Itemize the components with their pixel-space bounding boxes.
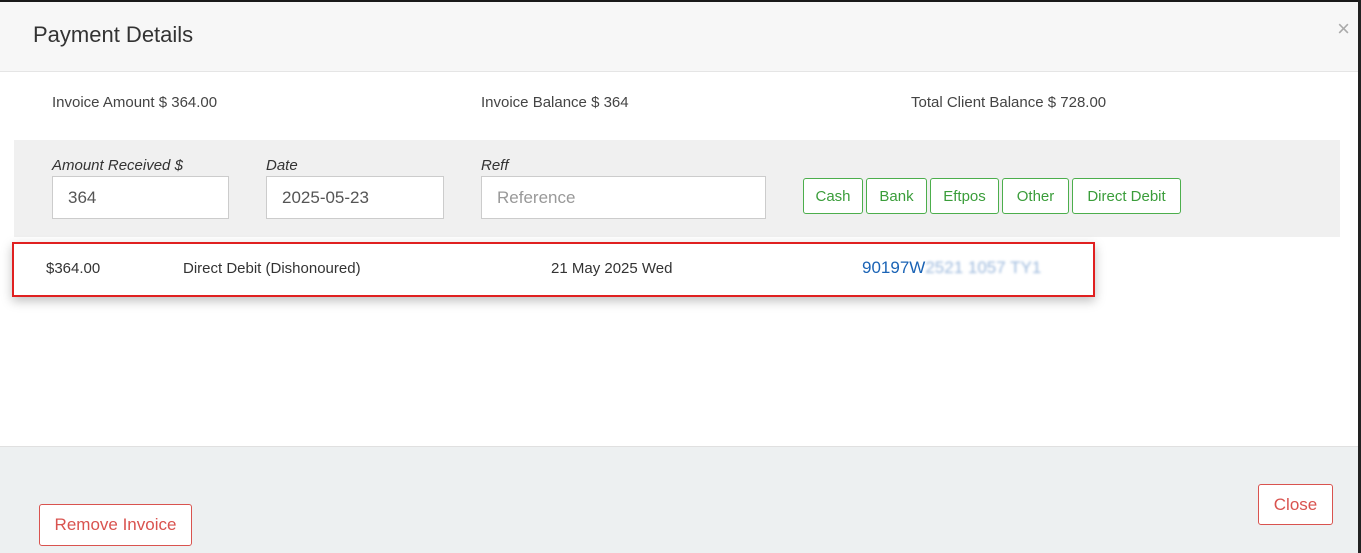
total-client-balance: Total Client Balance $ 728.00: [911, 94, 1107, 111]
cash-button[interactable]: Cash: [803, 178, 863, 214]
payment-date: 21 May 2025 Wed: [551, 260, 673, 277]
payment-method: Direct Debit (Dishonoured): [183, 260, 361, 277]
remove-invoice-button[interactable]: Remove Invoice: [39, 504, 192, 546]
modal-title: Payment Details: [33, 22, 194, 47]
reference-visible: 90197W: [862, 258, 926, 277]
bank-button[interactable]: Bank: [866, 178, 927, 214]
modal-header: Payment Details ×: [0, 2, 1358, 72]
close-icon[interactable]: ×: [1337, 18, 1350, 40]
invoice-balance: Invoice Balance $ 364: [481, 94, 629, 111]
reference-input[interactable]: [481, 176, 766, 219]
date-input[interactable]: [266, 176, 444, 219]
date-label: Date: [266, 157, 298, 174]
payment-row[interactable]: $364.00 Direct Debit (Dishonoured) 21 Ma…: [12, 242, 1095, 297]
direct-debit-button[interactable]: Direct Debit: [1072, 178, 1181, 214]
amount-received-input[interactable]: [52, 176, 229, 219]
modal-footer: Remove Invoice Close: [0, 446, 1358, 553]
close-button[interactable]: Close: [1258, 484, 1333, 525]
reff-label: Reff: [481, 157, 509, 174]
payment-amount: $364.00: [46, 260, 101, 277]
eftpos-button[interactable]: Eftpos: [930, 178, 999, 214]
payment-reference-link[interactable]: 90197W2521 1057 TY1: [862, 258, 1041, 278]
invoice-amount: Invoice Amount $ 364.00: [52, 94, 218, 111]
other-button[interactable]: Other: [1002, 178, 1069, 214]
payment-form: Amount Received $ Date Reff Cash Bank Ef…: [14, 140, 1340, 237]
reference-obscured: 2521 1057 TY1: [925, 258, 1042, 277]
amount-received-label: Amount Received $: [52, 157, 183, 174]
